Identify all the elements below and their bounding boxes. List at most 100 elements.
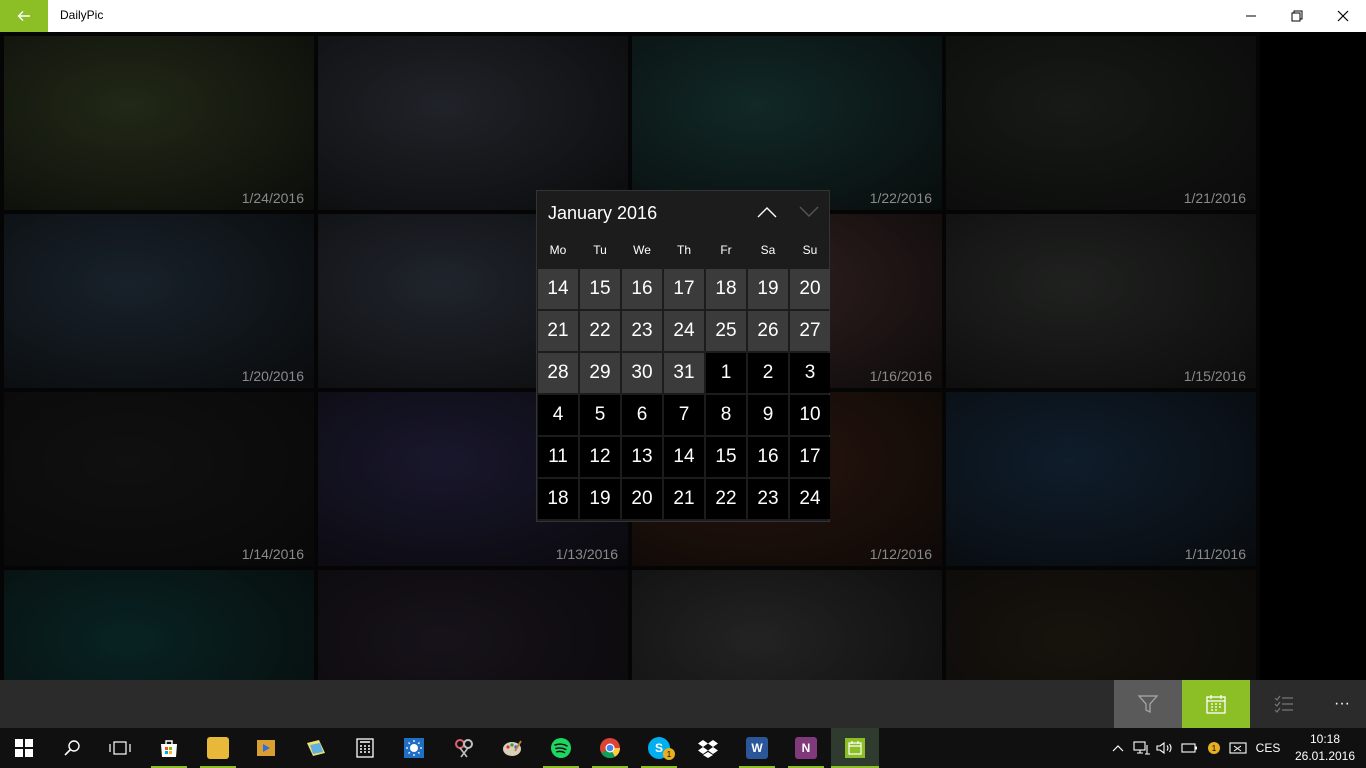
taskbar-paint[interactable] — [488, 728, 536, 768]
clock[interactable]: 10:18 26.01.2016 — [1290, 731, 1360, 765]
taskbar-snipping-tool[interactable] — [440, 728, 488, 768]
calendar-day[interactable]: 30 — [622, 353, 662, 393]
calendar-day[interactable]: 10 — [790, 395, 830, 435]
calendar-day[interactable]: 20 — [622, 479, 662, 519]
calendar-day[interactable]: 9 — [748, 395, 788, 435]
calendar-day[interactable]: 29 — [580, 353, 620, 393]
calendar-day[interactable]: 4 — [538, 395, 578, 435]
calendar-day[interactable]: 8 — [706, 395, 746, 435]
clock-date: 26.01.2016 — [1294, 749, 1356, 763]
input-tray-button[interactable] — [1226, 728, 1250, 768]
calendar-day[interactable]: 27 — [790, 311, 830, 351]
calendar-day[interactable]: 23 — [748, 479, 788, 519]
chevron-up-icon — [757, 207, 777, 218]
minimize-icon — [1246, 15, 1256, 17]
paint-palette-icon — [503, 740, 522, 756]
taskbar-onenote[interactable]: N — [782, 728, 830, 768]
calendar-day[interactable]: 23 — [622, 311, 662, 351]
language-indicator[interactable]: CES — [1252, 728, 1284, 768]
calendar-day[interactable]: 21 — [664, 479, 704, 519]
calendar-day[interactable]: 22 — [706, 479, 746, 519]
photo-tile[interactable]: 1/11/2016 — [946, 392, 1256, 566]
taskbar-word[interactable]: W — [733, 728, 781, 768]
taskbar-skype[interactable]: S 1 — [635, 728, 683, 768]
calendar-day[interactable]: 28 — [538, 353, 578, 393]
restore-button[interactable] — [1274, 0, 1320, 32]
calendar-day[interactable]: 14 — [664, 437, 704, 477]
close-button[interactable] — [1320, 0, 1366, 32]
calendar-day[interactable]: 12 — [580, 437, 620, 477]
calendar-day[interactable]: 18 — [706, 269, 746, 309]
taskbar-spotify[interactable] — [537, 728, 585, 768]
calendar-day[interactable]: 18 — [538, 479, 578, 519]
calendar-day[interactable]: 24 — [790, 479, 830, 519]
search-icon — [64, 740, 80, 756]
calendar-day[interactable]: 3 — [790, 353, 830, 393]
calendar-button[interactable] — [1182, 680, 1250, 728]
taskbar-calculator[interactable] — [341, 728, 389, 768]
filter-button[interactable] — [1114, 680, 1182, 728]
minimize-button[interactable] — [1228, 0, 1274, 32]
notification-tray-button[interactable]: 1 — [1203, 728, 1225, 768]
photo-tile[interactable]: 1/14/2016 — [4, 392, 314, 566]
calendar-day[interactable]: 31 — [664, 353, 704, 393]
photo-tile[interactable] — [318, 36, 628, 210]
calendar-day[interactable]: 25 — [706, 311, 746, 351]
photo-tile[interactable] — [4, 570, 314, 680]
calendar-day[interactable]: 2 — [748, 353, 788, 393]
calendar-day[interactable]: 17 — [664, 269, 704, 309]
photo-tile[interactable]: 1/21/2016 — [946, 36, 1256, 210]
task-view-button[interactable] — [96, 728, 144, 768]
photo-tile[interactable] — [946, 570, 1256, 680]
word-icon: W — [746, 737, 768, 759]
taskbar-file-explorer[interactable] — [194, 728, 242, 768]
weekday-label: We — [633, 243, 651, 257]
calendar-day[interactable]: 5 — [580, 395, 620, 435]
previous-month-button[interactable] — [751, 199, 783, 225]
search-button[interactable] — [48, 728, 96, 768]
calendar-day[interactable]: 22 — [580, 311, 620, 351]
skype-badge: 1 — [663, 748, 675, 760]
network-tray-button[interactable] — [1130, 728, 1154, 768]
volume-tray-button[interactable] — [1154, 728, 1176, 768]
calendar-day[interactable]: 24 — [664, 311, 704, 351]
photo-tile[interactable] — [632, 570, 942, 680]
calendar-day[interactable]: 17 — [790, 437, 830, 477]
calendar-day[interactable]: 21 — [538, 311, 578, 351]
calendar-day[interactable]: 19 — [748, 269, 788, 309]
taskbar-dropbox[interactable] — [684, 728, 732, 768]
calendar-day[interactable]: 19 — [580, 479, 620, 519]
photo-tile[interactable]: 1/24/2016 — [4, 36, 314, 210]
calendar-day[interactable]: 16 — [748, 437, 788, 477]
photo-tile[interactable] — [318, 570, 628, 680]
start-button[interactable] — [0, 728, 48, 768]
photo-tile[interactable]: 1/20/2016 — [4, 214, 314, 388]
calendar-day[interactable]: 1 — [706, 353, 746, 393]
calendar-day[interactable]: 6 — [622, 395, 662, 435]
back-button[interactable] — [0, 0, 48, 32]
show-hidden-icons-button[interactable] — [1108, 728, 1128, 768]
calendar-day[interactable]: 13 — [622, 437, 662, 477]
calendar-day[interactable]: 11 — [538, 437, 578, 477]
calendar-day[interactable]: 14 — [538, 269, 578, 309]
taskbar-photos[interactable] — [292, 728, 340, 768]
calendar-day[interactable]: 16 — [622, 269, 662, 309]
photo-tile[interactable]: 1/22/2016 — [632, 36, 942, 210]
taskbar-dailypic[interactable] — [831, 728, 879, 768]
taskbar-store[interactable] — [145, 728, 193, 768]
weekday-label: Su — [802, 243, 818, 257]
photo-tile[interactable]: 1/15/2016 — [946, 214, 1256, 388]
taskbar-chrome[interactable] — [586, 728, 634, 768]
taskbar-weather[interactable] — [390, 728, 438, 768]
calendar-day[interactable]: 26 — [748, 311, 788, 351]
tile-overlay — [946, 392, 1256, 566]
calendar-day[interactable]: 7 — [664, 395, 704, 435]
select-list-button[interactable] — [1250, 680, 1318, 728]
taskbar-media-player[interactable] — [242, 728, 290, 768]
next-month-button[interactable] — [793, 199, 825, 225]
calendar-day[interactable]: 20 — [790, 269, 830, 309]
calendar-day[interactable]: 15 — [706, 437, 746, 477]
calendar-day[interactable]: 15 — [580, 269, 620, 309]
power-tray-button[interactable] — [1178, 728, 1202, 768]
more-button[interactable]: ··· — [1318, 680, 1366, 728]
